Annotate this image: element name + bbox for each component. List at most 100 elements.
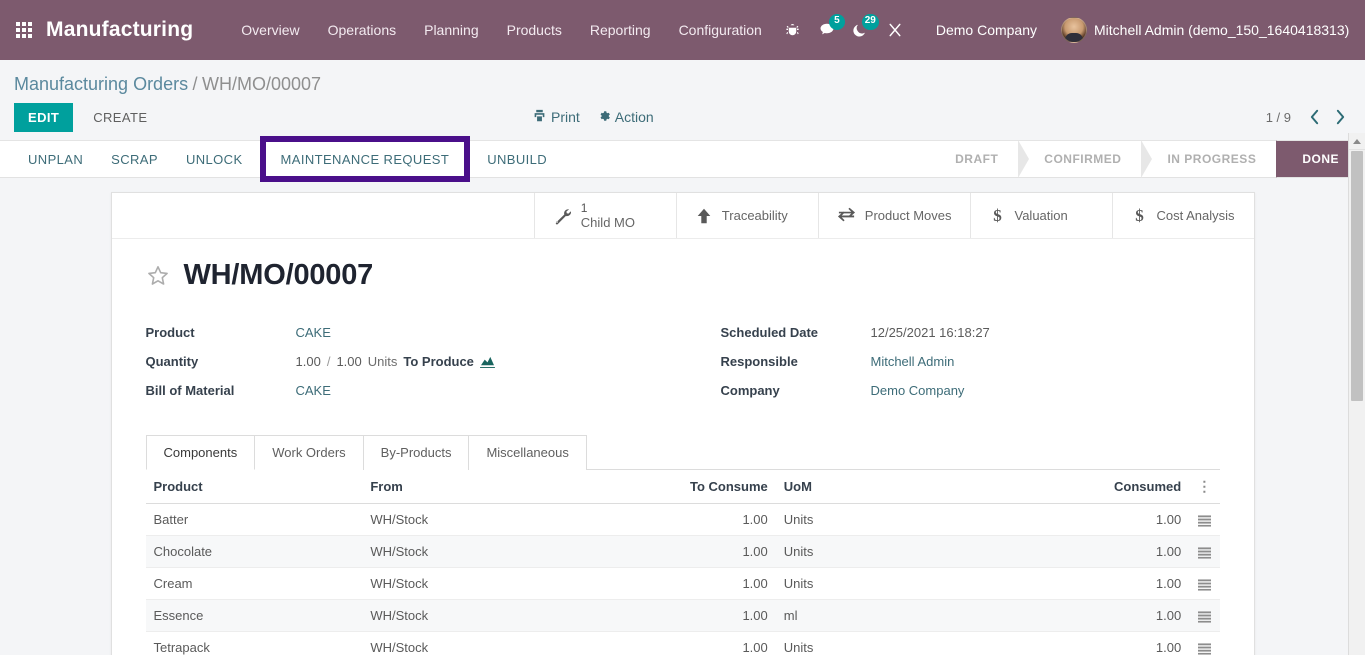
status-stage-in-progress[interactable]: IN PROGRESS bbox=[1141, 141, 1277, 177]
menu-item-reporting[interactable]: Reporting bbox=[576, 14, 665, 46]
field-value-company[interactable]: Demo Company bbox=[871, 383, 965, 398]
company-switcher[interactable]: Demo Company bbox=[922, 14, 1051, 46]
column-options-icon[interactable]: ⋮ bbox=[1197, 478, 1211, 494]
unplan-button[interactable]: UNPLAN bbox=[14, 141, 97, 177]
status-stage-draft[interactable]: DRAFT bbox=[929, 141, 1019, 177]
quantity-produced[interactable]: 1.00 bbox=[296, 354, 321, 369]
wrench-icon bbox=[553, 206, 572, 225]
edit-button[interactable]: EDIT bbox=[14, 102, 74, 132]
field-value-quantity: 1.00 / 1.00 Units To Produce bbox=[296, 354, 495, 369]
table-row[interactable]: Essence WH/Stock 1.00 ml 1.00 bbox=[145, 599, 1220, 632]
field-column-left: Product CAKE Quantity 1.00 / 1.00 Units … bbox=[146, 318, 683, 405]
col-header-from[interactable]: From bbox=[362, 470, 665, 504]
cell-detail[interactable] bbox=[1189, 535, 1220, 568]
breadcrumb-current: WH/MO/00007 bbox=[202, 74, 322, 94]
smart-button-traceability[interactable]: Traceability bbox=[675, 193, 818, 238]
create-button[interactable]: CREATE bbox=[81, 104, 159, 131]
scrap-button[interactable]: SCRAP bbox=[97, 141, 172, 177]
table-row[interactable]: Cream WH/Stock 1.00 Units 1.00 bbox=[145, 567, 1220, 600]
status-stage-confirmed[interactable]: CONFIRMED bbox=[1018, 141, 1142, 177]
menu-item-products[interactable]: Products bbox=[493, 14, 576, 46]
valuation-label: Valuation bbox=[1014, 208, 1068, 223]
main-menu: Overview Operations Planning Products Re… bbox=[227, 14, 776, 46]
table-row[interactable]: Chocolate WH/Stock 1.00 Units 1.00 bbox=[145, 535, 1220, 568]
menu-item-operations[interactable]: Operations bbox=[314, 14, 410, 46]
maintenance-request-button[interactable]: MAINTENANCE REQUEST bbox=[259, 136, 471, 182]
smart-button-child-mo[interactable]: 1 Child MO bbox=[533, 193, 676, 238]
col-header-uom[interactable]: UoM bbox=[775, 470, 1069, 504]
unlock-button[interactable]: UNLOCK bbox=[172, 141, 257, 177]
menu-item-overview[interactable]: Overview bbox=[227, 14, 313, 46]
app-brand-title[interactable]: Manufacturing bbox=[46, 18, 193, 42]
unbuild-button[interactable]: UNBUILD bbox=[473, 141, 561, 177]
cost-analysis-label: Cost Analysis bbox=[1156, 208, 1235, 223]
tab-miscellaneous[interactable]: Miscellaneous bbox=[468, 435, 587, 470]
child-mo-label: Child MO bbox=[580, 214, 635, 230]
list-detail-icon[interactable] bbox=[1197, 514, 1211, 527]
cell-detail[interactable] bbox=[1189, 567, 1220, 600]
tab-by-products[interactable]: By-Products bbox=[362, 435, 470, 470]
traceability-label: Traceability bbox=[721, 208, 788, 223]
cell-uom: Units bbox=[775, 631, 1069, 655]
gear-icon bbox=[598, 109, 610, 125]
dollar-icon: $ bbox=[989, 206, 1006, 225]
menu-item-planning[interactable]: Planning bbox=[410, 14, 493, 46]
field-value-responsible[interactable]: Mitchell Admin bbox=[871, 354, 955, 369]
cell-to-consume: 1.00 bbox=[664, 567, 776, 600]
menu-item-configuration[interactable]: Configuration bbox=[665, 14, 776, 46]
page-scrollbar[interactable] bbox=[1348, 133, 1365, 655]
col-header-product[interactable]: Product bbox=[145, 470, 363, 504]
chevron-left-icon[interactable] bbox=[1303, 104, 1325, 130]
breadcrumb-root-link[interactable]: Manufacturing Orders bbox=[14, 74, 188, 94]
cell-detail[interactable] bbox=[1189, 599, 1220, 632]
smart-button-product-moves[interactable]: Product Moves bbox=[817, 193, 970, 238]
dollar-icon: $ bbox=[1131, 206, 1148, 225]
table-row[interactable]: Batter WH/Stock 1.00 Units 1.00 bbox=[145, 503, 1220, 536]
user-menu[interactable]: Mitchell Admin (demo_150_1640418313) bbox=[1051, 13, 1353, 47]
field-value-scheduled-date[interactable]: 12/25/2021 16:18:27 bbox=[871, 325, 990, 340]
field-value-product[interactable]: CAKE bbox=[296, 325, 331, 340]
action-button[interactable]: Action bbox=[598, 109, 654, 125]
cell-to-consume: 1.00 bbox=[664, 503, 776, 536]
bug-icon[interactable] bbox=[776, 13, 810, 47]
tab-components[interactable]: Components bbox=[145, 435, 256, 470]
activities-clock-icon[interactable]: 29 bbox=[844, 13, 879, 47]
star-outline-icon[interactable] bbox=[146, 264, 170, 288]
control-panel-actions: Print Action bbox=[533, 109, 654, 125]
field-value-bom[interactable]: CAKE bbox=[296, 383, 331, 398]
exchange-arrows-icon bbox=[837, 206, 856, 225]
smart-button-valuation[interactable]: $ Valuation bbox=[969, 193, 1112, 238]
scroll-up-arrow-icon[interactable] bbox=[1349, 133, 1365, 150]
chevron-right-icon[interactable] bbox=[1329, 104, 1351, 130]
messages-badge: 5 bbox=[828, 14, 845, 30]
breadcrumb-separator: / bbox=[192, 74, 198, 94]
arrow-up-icon bbox=[695, 207, 713, 225]
list-detail-icon[interactable] bbox=[1197, 546, 1211, 559]
activities-badge: 29 bbox=[861, 14, 879, 30]
field-product: Product CAKE bbox=[146, 318, 683, 347]
action-label: Action bbox=[614, 109, 654, 125]
form-sheet: 1 Child MO Traceability Product Moves $ … bbox=[110, 192, 1255, 655]
field-label-responsible: Responsible bbox=[720, 354, 798, 369]
list-detail-icon[interactable] bbox=[1197, 578, 1211, 591]
cell-detail[interactable] bbox=[1189, 503, 1220, 536]
apps-grid-icon[interactable] bbox=[16, 22, 32, 38]
cell-detail[interactable] bbox=[1189, 631, 1220, 655]
list-detail-icon[interactable] bbox=[1197, 642, 1211, 655]
breadcrumb: Manufacturing Orders / WH/MO/00007 bbox=[0, 60, 1365, 96]
area-chart-icon[interactable] bbox=[479, 355, 495, 368]
list-detail-icon[interactable] bbox=[1197, 610, 1211, 623]
cell-from: WH/Stock bbox=[362, 631, 665, 655]
table-body: Batter WH/Stock 1.00 Units 1.00 Chocolat… bbox=[145, 503, 1220, 655]
tools-icon[interactable] bbox=[878, 13, 912, 47]
print-button[interactable]: Print bbox=[533, 109, 580, 125]
col-header-to-consume[interactable]: To Consume bbox=[664, 470, 776, 504]
col-header-consumed[interactable]: Consumed bbox=[1068, 470, 1190, 504]
cell-product: Chocolate bbox=[145, 535, 363, 568]
quantity-suffix: To Produce bbox=[403, 354, 474, 369]
tab-work-orders[interactable]: Work Orders bbox=[254, 435, 364, 470]
scrollbar-thumb[interactable] bbox=[1351, 151, 1363, 401]
smart-button-cost-analysis[interactable]: $ Cost Analysis bbox=[1111, 193, 1254, 238]
messages-icon[interactable]: 5 bbox=[810, 13, 845, 47]
table-row[interactable]: Tetrapack WH/Stock 1.00 Units 1.00 bbox=[145, 631, 1220, 655]
